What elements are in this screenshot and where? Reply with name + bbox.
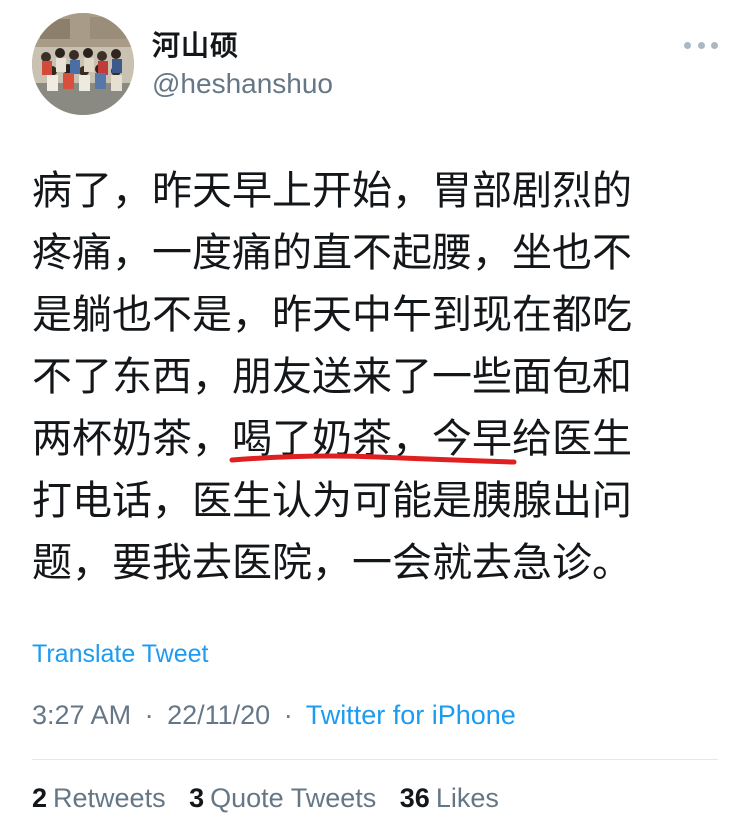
quote-tweets-stat[interactable]: 3 Quote Tweets	[189, 783, 376, 813]
meta-separator: ·	[144, 700, 154, 730]
meta-separator: ·	[283, 700, 293, 730]
likes-label: Likes	[435, 783, 499, 813]
likes-count: 36	[399, 783, 430, 813]
quote-tweets-count: 3	[189, 783, 205, 813]
tweet-meta: 3:27 AM · 22/11/20 · Twitter for iPhone	[32, 700, 516, 731]
translate-tweet-link[interactable]: Translate Tweet	[32, 640, 208, 669]
avatar[interactable]	[32, 13, 134, 115]
tweet-text-line: 病了，昨天早上开始，胃部剧烈的	[32, 168, 632, 214]
display-name[interactable]: 河山硕	[152, 24, 239, 64]
more-dot	[684, 41, 691, 49]
retweets-label: Retweets	[53, 783, 166, 813]
tweet-source-link[interactable]: Twitter for iPhone	[306, 700, 516, 730]
tweet-text-line: 题，要我去医院，一会就去急诊。	[32, 540, 632, 586]
tweet-date[interactable]: 22/11/20	[167, 700, 270, 730]
retweets-count: 2	[32, 783, 48, 813]
tweet-text-line: 不了东西，朋友送来了一些面包和	[32, 354, 632, 400]
likes-stat[interactable]: 36 Likes	[400, 783, 499, 813]
quote-tweets-label: Quote Tweets	[210, 783, 377, 813]
tweet-stats: 2 Retweets 3 Quote Tweets 36 Likes	[32, 783, 515, 814]
tweet-text-line: 疼痛，一度痛的直不起腰，坐也不	[32, 230, 632, 276]
tweet-text-line: 两杯奶茶，喝了奶茶，今早给医生	[32, 416, 632, 462]
more-options-icon[interactable]	[684, 38, 718, 52]
more-dot	[711, 41, 718, 49]
tweet-text-line: 打电话，医生认为可能是胰腺出问	[32, 478, 632, 524]
tweet-text: 病了，昨天早上开始，胃部剧烈的 疼痛，一度痛的直不起腰，坐也不 是躺也不是，昨天…	[32, 160, 712, 594]
handle[interactable]: @heshanshuo	[152, 68, 333, 100]
more-dot	[697, 41, 705, 49]
tweet-time[interactable]: 3:27 AM	[32, 700, 131, 730]
tweet-text-line: 是躺也不是，昨天中午到现在都吃	[32, 292, 632, 338]
divider	[32, 759, 718, 760]
tweet-card: 河山硕 @heshanshuo 病了，昨天早上开始，胃部剧烈的 疼痛，一度痛的直…	[0, 0, 750, 830]
retweets-stat[interactable]: 2 Retweets	[32, 783, 166, 813]
